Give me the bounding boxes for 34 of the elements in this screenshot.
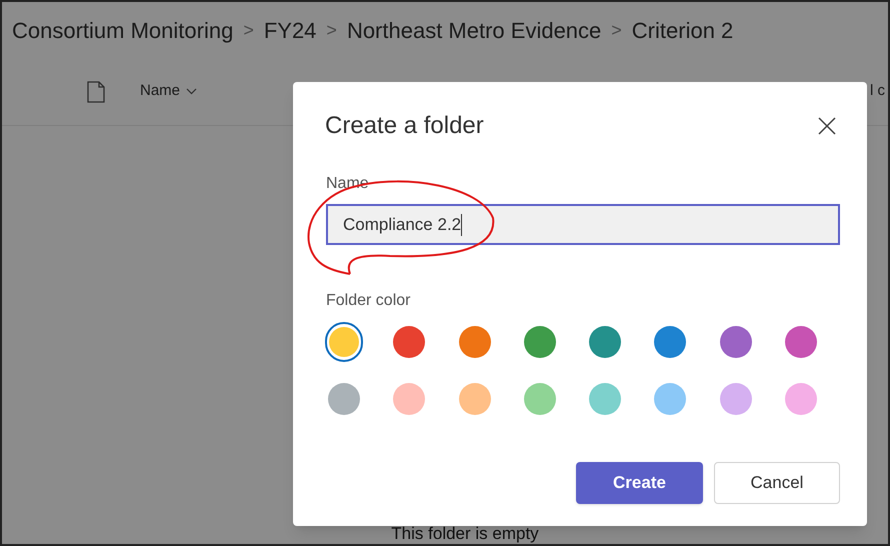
name-column-header[interactable]: Name [140,80,198,103]
color-swatch[interactable] [589,383,621,415]
breadcrumb-link[interactable]: FY24 [264,14,316,46]
color-swatch[interactable] [393,326,426,358]
create-button[interactable]: Create [576,462,703,504]
empty-folder-message: This folder is empty [390,524,539,544]
color-swatch[interactable] [524,326,556,358]
color-swatch[interactable] [393,383,426,415]
breadcrumb-link[interactable]: Criterion 2 [632,14,734,46]
color-swatch[interactable] [654,326,686,358]
column-header: l c [870,81,885,101]
color-swatch[interactable] [458,326,490,358]
breadcrumb-link[interactable]: Northeast Metro Evidence [346,14,602,46]
breadcrumb-separator: > [243,18,254,42]
color-swatch[interactable] [784,383,817,415]
color-swatch[interactable] [589,326,621,358]
color-swatch[interactable] [328,383,360,415]
color-swatch[interactable] [654,383,686,415]
color-swatch[interactable] [458,383,490,415]
cancel-button[interactable]: Cancel [714,462,840,504]
breadcrumb-link[interactable]: Consortium Monitoring [12,14,234,46]
color-swatch[interactable] [784,326,817,358]
color-swatch[interactable] [720,326,752,358]
file-icon [86,80,106,102]
breadcrumb-separator: > [611,18,622,42]
close-icon [818,117,836,135]
name-input-field[interactable]: Compliance 2.2 [326,204,840,245]
color-swatch[interactable] [720,383,752,415]
chevron-down-icon [186,88,198,95]
folder-color-label: Folder color [326,291,412,311]
color-swatch[interactable] [325,322,363,362]
breadcrumb-separator: > [326,18,337,42]
color-swatch[interactable] [524,383,556,415]
dialog-title: Create a folder [325,111,484,141]
